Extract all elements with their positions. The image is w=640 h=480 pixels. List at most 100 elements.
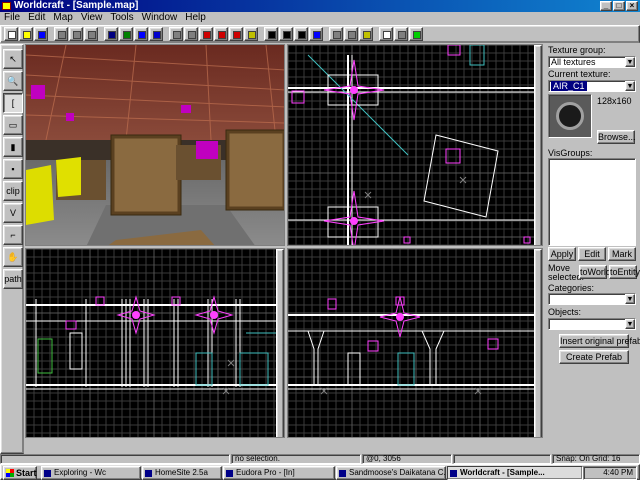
viewport-top[interactable] [287, 44, 543, 246]
grid-larger-button[interactable] [84, 27, 98, 41]
menu-file[interactable]: File [0, 12, 24, 24]
carve-button[interactable] [329, 27, 343, 41]
task-eudora[interactable]: Eudora Pro - [In] [223, 466, 335, 480]
path-tool[interactable]: path [3, 269, 23, 289]
grid-smaller-button[interactable] [69, 27, 83, 41]
block-tool[interactable]: ▮ [3, 137, 23, 157]
texture-group-select[interactable]: All textures ▼ [548, 56, 636, 68]
task-exploring[interactable]: Exploring - Wc [41, 466, 141, 480]
copy-icon [283, 31, 291, 39]
minimize-button[interactable]: _ [600, 1, 612, 11]
ignore-group-button[interactable] [199, 27, 213, 41]
menu-map[interactable]: Map [49, 12, 76, 24]
hide-button[interactable] [214, 27, 228, 41]
show-icon [233, 31, 241, 39]
run-map-icon [413, 31, 421, 39]
show-button[interactable] [229, 27, 243, 41]
paste-button[interactable] [294, 27, 308, 41]
start-button[interactable]: Start [3, 466, 37, 480]
block-tool-icon: ▮ [10, 142, 16, 152]
eudora-icon [226, 470, 233, 477]
toggle-texture-icon [363, 31, 371, 39]
view-textured-button[interactable] [149, 27, 163, 41]
maximize-button[interactable]: □ [613, 1, 625, 11]
hollow-button[interactable] [344, 27, 358, 41]
copy-button[interactable] [279, 27, 293, 41]
to-entity-button[interactable]: toEntity [609, 265, 640, 279]
mark-button[interactable]: Mark [608, 247, 636, 261]
magnify-tool[interactable]: 🔍 [3, 71, 23, 91]
texture-lock-button[interactable] [244, 27, 258, 41]
vertex-tool[interactable]: V [3, 203, 23, 223]
insert-original-prefab-button[interactable]: Insert original prefab [559, 334, 640, 348]
entity-tool[interactable]: ▭ [3, 115, 23, 135]
select-all-button[interactable] [379, 27, 393, 41]
clock[interactable]: 4:40 PM [603, 468, 633, 477]
new-button[interactable] [4, 27, 18, 41]
chevron-down-icon[interactable]: ▼ [625, 81, 635, 91]
status-snap: Snap: On Grid: 16 [552, 454, 640, 464]
task-homesite[interactable]: HomeSite 2.5a [142, 466, 222, 480]
task-sandmoose[interactable]: Sandmoose's Daikatana C... [336, 466, 446, 480]
task-worldcraft[interactable]: Worldcraft - [Sample... [447, 466, 583, 480]
apply-decal-tool-icon: ⌐ [10, 230, 16, 240]
save-icon [38, 31, 46, 39]
ungroup-button[interactable] [184, 27, 198, 41]
title-bar[interactable]: Worldcraft - [Sample.map] _ □ × [0, 0, 640, 12]
current-texture-select[interactable]: AIR_C1 ▼ [548, 80, 636, 92]
toolbar [0, 25, 640, 43]
viewport-front[interactable] [25, 248, 285, 438]
menu-tools[interactable]: Tools [106, 12, 137, 24]
menu-window[interactable]: Window [138, 12, 182, 24]
snap-button[interactable] [394, 27, 408, 41]
run-map-button[interactable] [409, 27, 423, 41]
selection-tool[interactable]: ↖ [3, 49, 23, 69]
object-panel: Texture group: All textures ▼ Current te… [545, 44, 640, 454]
save-button[interactable] [34, 27, 48, 41]
grid-larger-icon [88, 31, 96, 39]
menu-help[interactable]: Help [181, 12, 210, 24]
undo-button[interactable] [309, 27, 323, 41]
group-icon [173, 31, 181, 39]
texture-application-tool[interactable]: ▪ [3, 159, 23, 179]
move-selected-label: Move selected: [548, 263, 585, 282]
menu-edit[interactable]: Edit [24, 12, 49, 24]
chevron-down-icon[interactable]: ▼ [625, 294, 635, 304]
view-flat-button[interactable] [134, 27, 148, 41]
app-icon[interactable] [2, 2, 11, 10]
viewport-side[interactable] [287, 248, 543, 438]
chevron-down-icon[interactable]: ▼ [625, 319, 635, 329]
toggle-texture-button[interactable] [359, 27, 373, 41]
visgroups-list[interactable] [548, 158, 636, 246]
group-button[interactable] [169, 27, 183, 41]
close-button[interactable]: × [626, 1, 638, 11]
grid-toggle-button[interactable] [54, 27, 68, 41]
open-button[interactable] [19, 27, 33, 41]
apply-decal-tool[interactable]: ⌐ [3, 225, 23, 245]
viewport-3d[interactable] [25, 44, 285, 246]
to-world-button[interactable]: toWorld [579, 265, 611, 279]
create-prefab-button[interactable]: Create Prefab [559, 350, 629, 364]
camera-tool[interactable]: [ [3, 93, 23, 113]
visgroups-label: VisGroups: [548, 148, 593, 158]
top-view-scrollbar[interactable] [534, 45, 542, 245]
cut-button[interactable] [264, 27, 278, 41]
menu-view[interactable]: View [77, 12, 107, 24]
overlay-tool-icon: ✋ [7, 252, 19, 262]
apply-button[interactable]: Apply [548, 247, 576, 261]
window-title: Worldcraft - [Sample.map] [14, 0, 139, 11]
view-wireframe-button[interactable] [119, 27, 133, 41]
objects-select[interactable]: ▼ [548, 318, 636, 330]
side-view-scrollbar[interactable] [534, 249, 542, 437]
categories-select[interactable]: ▼ [548, 293, 636, 305]
edit-button[interactable]: Edit [578, 247, 606, 261]
front-view-scrollbar[interactable] [276, 249, 284, 437]
carve-icon [333, 31, 341, 39]
clipping-tool[interactable]: clip [3, 181, 23, 201]
folder-icon [44, 470, 51, 477]
chevron-down-icon[interactable]: ▼ [625, 57, 635, 67]
overlay-tool[interactable]: ✋ [3, 247, 23, 267]
browse-button[interactable]: Browse... [597, 130, 636, 144]
status-hint [0, 454, 230, 464]
view-3d-button[interactable] [104, 27, 118, 41]
